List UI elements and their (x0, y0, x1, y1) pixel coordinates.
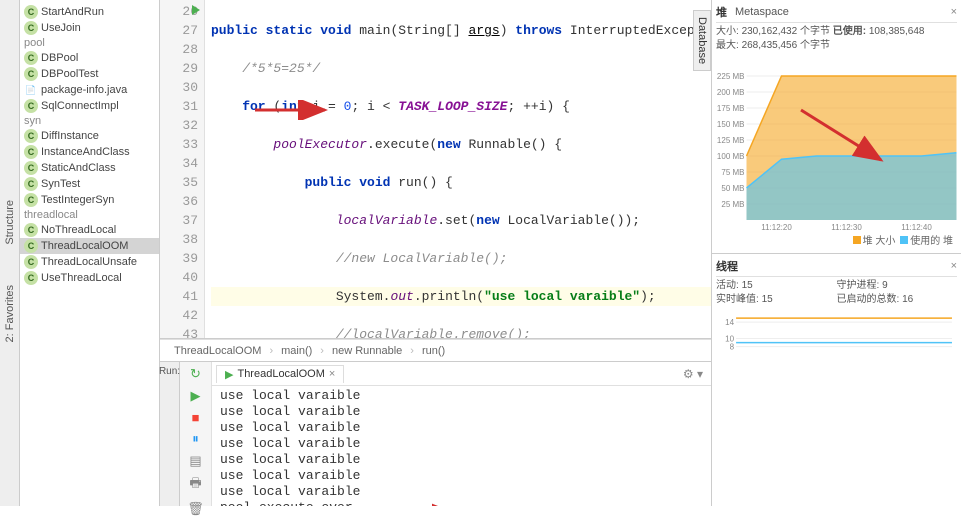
run-tab-icon: ▶ (225, 368, 233, 381)
gear-icon[interactable]: ⚙ ▾ (683, 367, 703, 381)
svg-text:175 MB: 175 MB (717, 104, 745, 113)
svg-text:11:12:30: 11:12:30 (831, 223, 862, 230)
tree-item[interactable]: CDBPoolTest (20, 66, 159, 82)
tree-item[interactable]: CUseThreadLocal (20, 270, 159, 286)
breadcrumb[interactable]: ThreadLocalOOM› main()› new Runnable› ru… (160, 339, 711, 361)
tree-item[interactable]: CThreadLocalUnsafe (20, 254, 159, 270)
svg-text:8: 8 (730, 343, 735, 352)
svg-text:50 MB: 50 MB (721, 184, 744, 193)
svg-text:100 MB: 100 MB (717, 152, 745, 161)
close-icon[interactable]: × (951, 260, 957, 272)
threads-title: 线程 (716, 258, 738, 274)
svg-text:11:12:40: 11:12:40 (901, 223, 932, 230)
tree-group[interactable]: threadlocal (20, 208, 159, 222)
svg-text:75 MB: 75 MB (721, 168, 744, 177)
line-gutter: 262728293031323334353637383940414243 (160, 0, 205, 338)
tree-item[interactable]: CSynTest (20, 176, 159, 192)
heap-title: 堆 (716, 4, 727, 20)
pause-icon[interactable]: ⏸ (186, 431, 206, 447)
code-area[interactable]: public static void main(String[] args) t… (205, 0, 711, 338)
thread-chart: 810 14 (716, 309, 957, 389)
tree-item[interactable]: CDiffInstance (20, 128, 159, 144)
svg-text:225 MB: 225 MB (717, 72, 745, 81)
tree-item[interactable]: CSqlConnectImpl (20, 98, 159, 114)
ide-left-gutter: Structure 2: Favorites (0, 0, 20, 506)
svg-text:200 MB: 200 MB (717, 88, 745, 97)
tree-item[interactable]: CStartAndRun (20, 4, 159, 20)
stop-icon[interactable]: ■ (186, 410, 206, 425)
heap-legend: 堆 大小 使用的 堆 (716, 230, 957, 249)
heap-tab-metaspace[interactable]: Metaspace (735, 6, 789, 18)
layout-icon[interactable]: ▤ (186, 453, 206, 469)
svg-text:10: 10 (725, 335, 734, 344)
run-toolbar: ↻ ▶ ■ ⏸ ▤ 🖶 🗑 (180, 362, 212, 506)
svg-text:25 MB: 25 MB (721, 200, 744, 209)
tree-item[interactable]: CUseJoin (20, 20, 159, 36)
tree-item[interactable]: CInstanceAndClass (20, 144, 159, 160)
svg-text:125 MB: 125 MB (717, 136, 745, 145)
svg-text:11:12:20: 11:12:20 (761, 223, 792, 230)
database-tool[interactable]: Database (693, 10, 711, 71)
heap-chart: 25 MB 50 MB 75 MB 100 MB 125 MB 150 MB 175 MB 2… (716, 55, 957, 230)
tree-item[interactable]: CStaticAndClass (20, 160, 159, 176)
tree-item[interactable]: 📄package-info.java (20, 82, 159, 98)
rerun-icon[interactable]: ↻ (186, 366, 206, 382)
run-label-bar: Run: (160, 362, 180, 506)
print-icon[interactable]: 🖶 (186, 475, 206, 495)
play-icon[interactable]: ▶ (186, 388, 206, 404)
thread-info: 活动: 15 守护进程: 9 实时峰值: 15 已启动的总数: 16 (716, 277, 957, 309)
tree-item[interactable]: CTestIntegerSyn (20, 192, 159, 208)
favorites-tool[interactable]: 2: Favorites (4, 285, 16, 342)
heap-info: 大小: 230,162,432 个字节 已使用: 108,385,648 最大:… (716, 23, 957, 55)
tree-group[interactable]: pool (20, 36, 159, 50)
run-tab[interactable]: ▶ ThreadLocalOOM × (216, 365, 344, 383)
tree-group[interactable]: syn (20, 114, 159, 128)
tree-item[interactable]: CNoThreadLocal (20, 222, 159, 238)
profiler-panel: 堆 Metaspace × 大小: 230,162,432 个字节 已使用: 1… (711, 0, 961, 506)
structure-tool[interactable]: Structure (4, 200, 16, 245)
svg-text:150 MB: 150 MB (717, 120, 745, 129)
console[interactable]: use local varaibleuse local varaibleuse … (212, 386, 711, 506)
svg-text:14: 14 (725, 318, 734, 327)
close-icon[interactable]: × (951, 6, 957, 18)
close-icon[interactable]: × (329, 368, 335, 380)
project-tree[interactable]: CStartAndRun CUseJoin pool CDBPool CDBPo… (20, 0, 160, 506)
run-tabs: ▶ ThreadLocalOOM × ⚙ ▾ (212, 362, 711, 386)
tree-item-selected[interactable]: CThreadLocalOOM (20, 238, 159, 254)
tree-item[interactable]: CDBPool (20, 50, 159, 66)
editor[interactable]: 262728293031323334353637383940414243 pub… (160, 0, 711, 339)
trash-icon[interactable]: 🗑 (186, 501, 206, 517)
run-panel: Run: ↻ ▶ ■ ⏸ ▤ 🖶 🗑 ▶ ThreadLocalOOM × ⚙ … (160, 361, 711, 506)
